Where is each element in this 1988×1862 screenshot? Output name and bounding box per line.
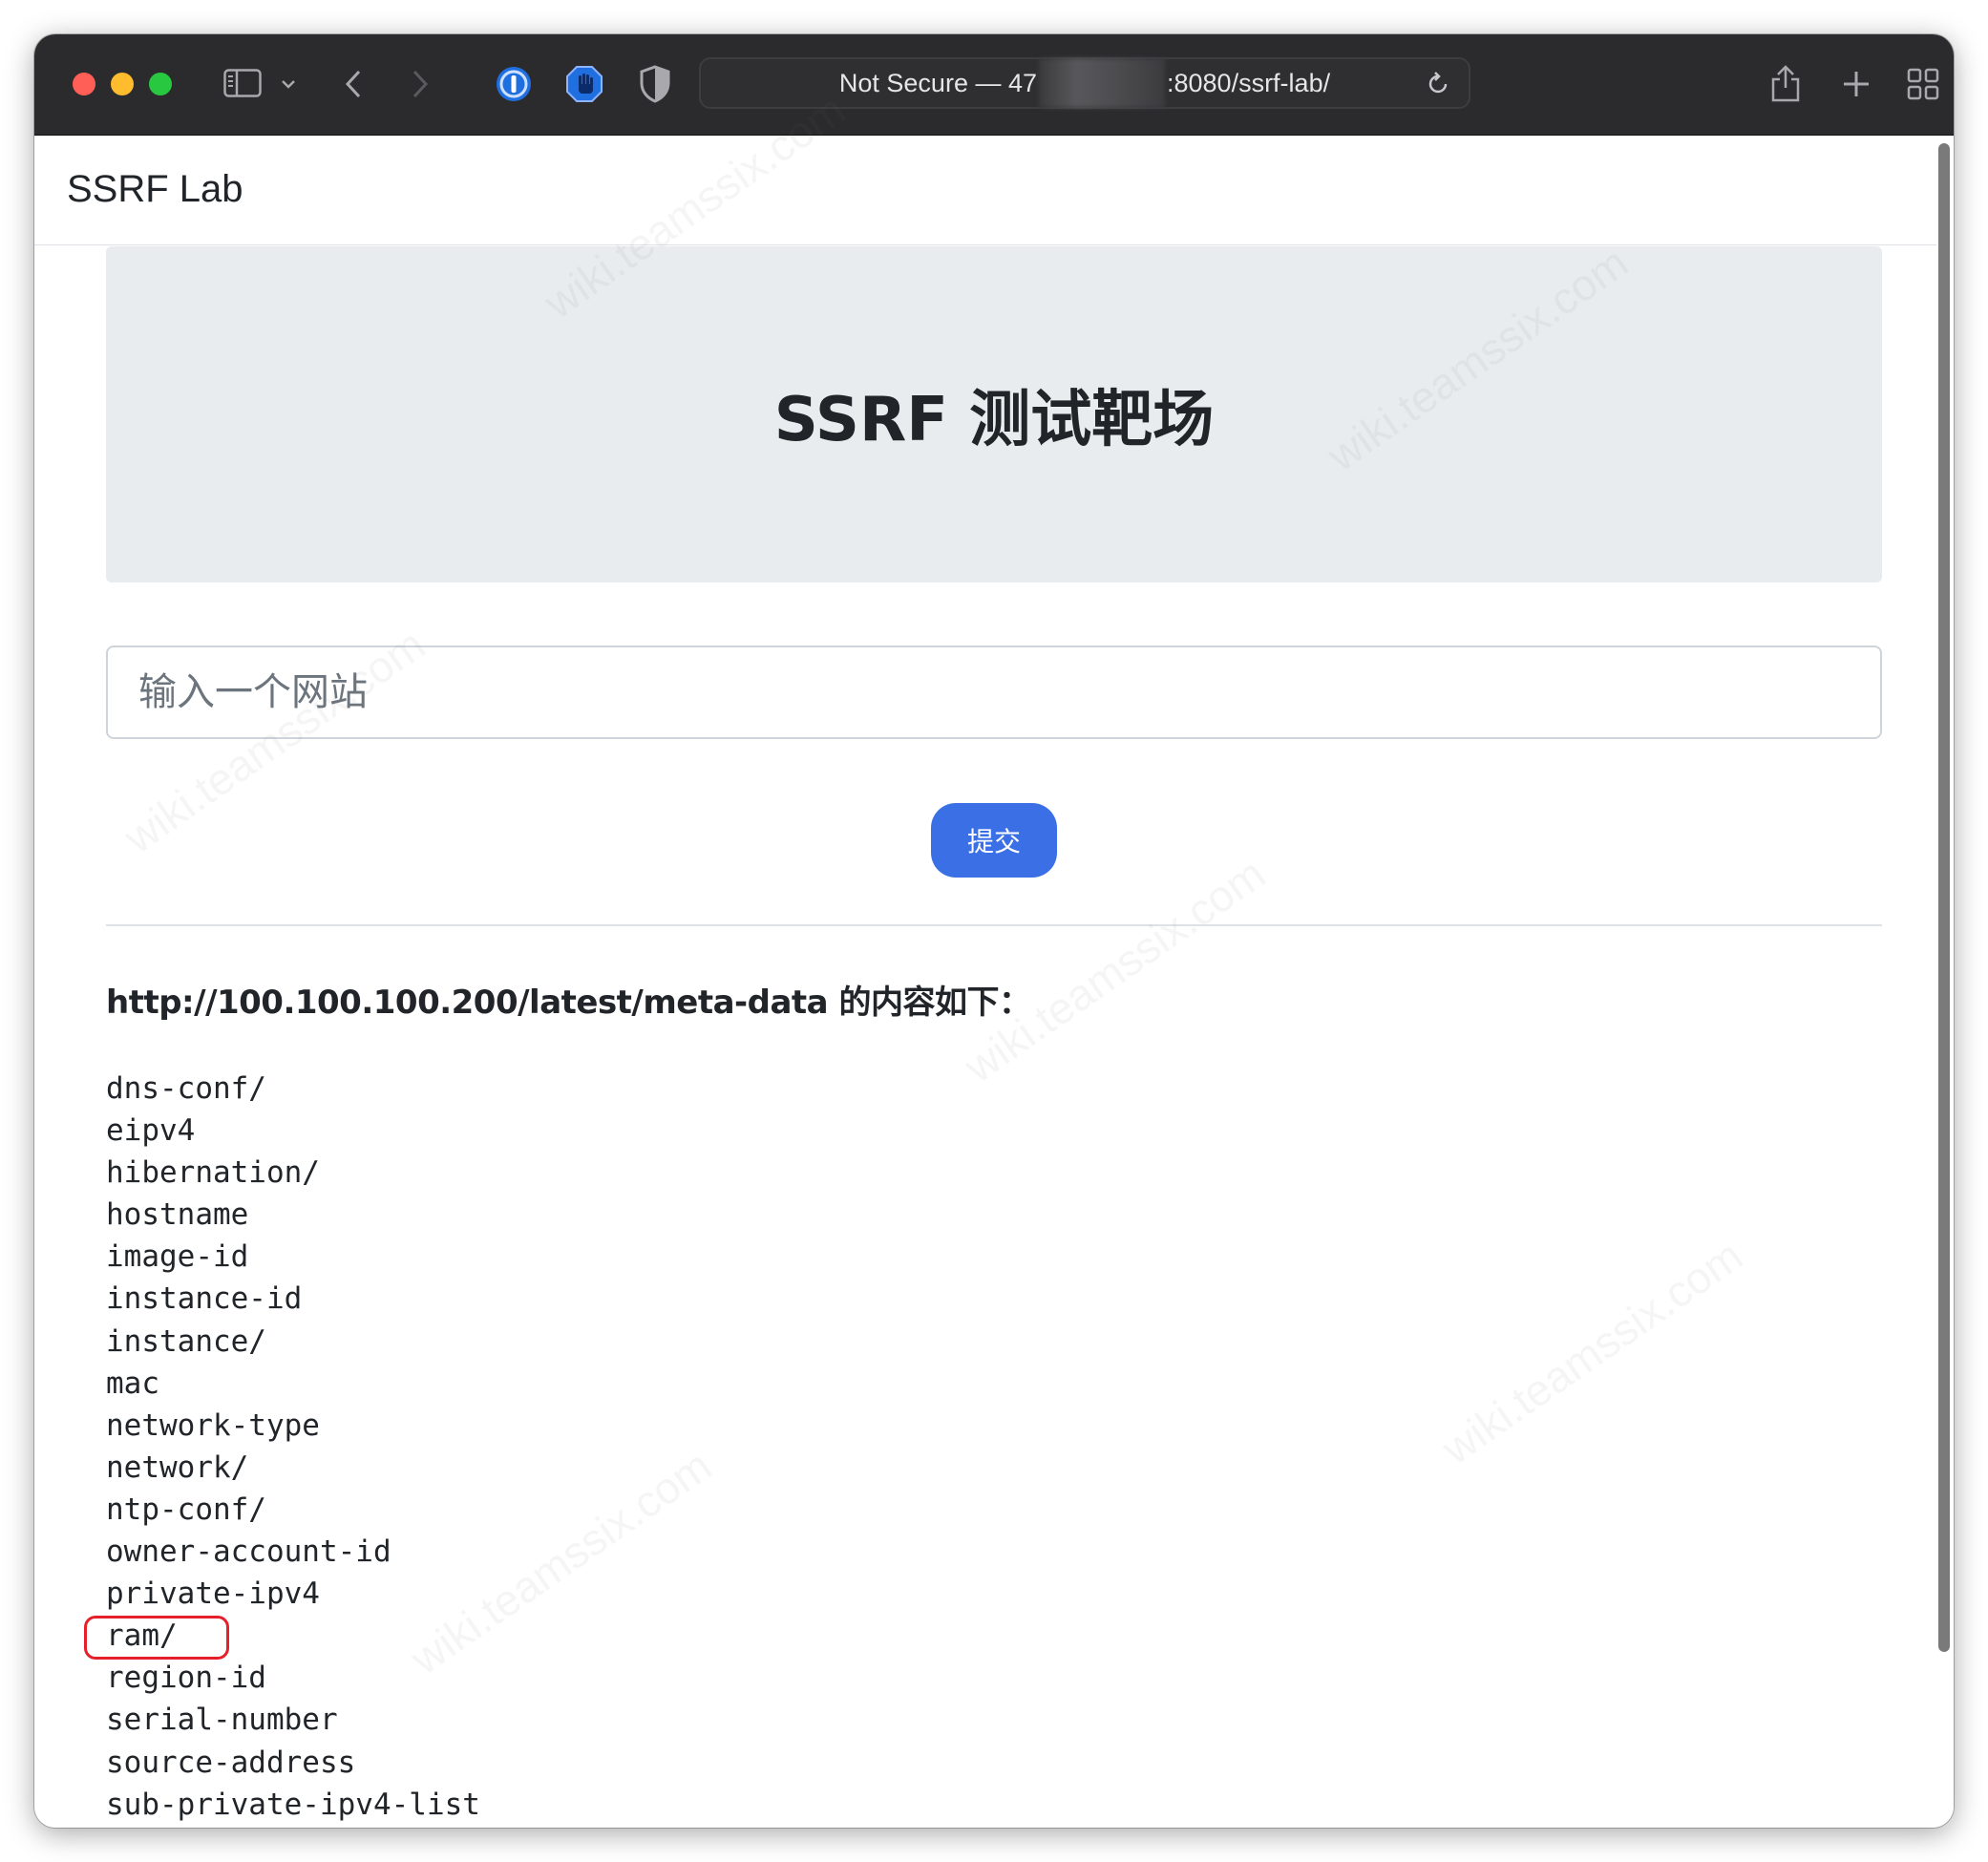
forward-icon[interactable] — [407, 67, 434, 101]
list-item: vpc-cidr-block — [106, 1826, 480, 1828]
password-manager-icon[interactable] — [493, 63, 535, 105]
list-item: private-ipv4 — [106, 1576, 320, 1612]
address-prefix: Not Secure — 47 — [838, 68, 1037, 97]
chevron-down-icon[interactable] — [279, 74, 298, 94]
reload-icon[interactable] — [1425, 71, 1451, 102]
shield-icon[interactable] — [636, 63, 674, 105]
minimize-window-button[interactable] — [111, 73, 134, 95]
list-item: owner-account-id — [106, 1534, 391, 1570]
address-bar[interactable]: Not Secure — 47 :8080/ssrf-lab/ — [699, 57, 1470, 109]
metadata-list: dns-conf/ eipv4 hibernation/ hostname im… — [106, 1068, 480, 1828]
address-text: Not Secure — 47 :8080/ssrf-lab/ — [701, 58, 1469, 108]
tab-overview-icon[interactable] — [1904, 65, 1942, 103]
hero-banner: SSRF 测试靶场 — [106, 246, 1882, 582]
zoom-window-button[interactable] — [149, 73, 172, 95]
page-title: SSRF 测试靶场 — [773, 385, 1215, 455]
list-item: instance/ — [106, 1323, 266, 1359]
list-item: sub-private-ipv4-list — [106, 1787, 480, 1822]
redacted-ip — [1039, 58, 1165, 108]
share-icon[interactable] — [1766, 61, 1805, 105]
scrollbar[interactable] — [1938, 143, 1950, 1652]
list-item: image-id — [106, 1239, 249, 1275]
browser-window: Not Secure — 47 :8080/ssrf-lab/ SSRF Lab … — [34, 34, 1954, 1828]
list-item: serial-number — [106, 1703, 338, 1738]
sidebar-icon[interactable] — [222, 67, 264, 99]
submit-button[interactable]: 提交 — [931, 803, 1057, 878]
list-item: ntp-conf/ — [106, 1492, 266, 1527]
result-title: http://100.100.100.200/latest/meta-data … — [106, 984, 1031, 1022]
list-item: source-address — [106, 1745, 356, 1780]
highlight-box — [84, 1616, 229, 1660]
browser-toolbar: Not Secure — 47 :8080/ssrf-lab/ — [34, 34, 1954, 136]
page-content: SSRF Lab SSRF 测试靶场 提交 http://100.100.100… — [34, 136, 1954, 1828]
list-item: eipv4 — [106, 1113, 196, 1149]
list-item: dns-conf/ — [106, 1071, 266, 1106]
back-icon[interactable] — [340, 67, 367, 101]
address-suffix: :8080/ssrf-lab/ — [1167, 68, 1331, 97]
navbar-brand[interactable]: SSRF Lab — [67, 168, 243, 211]
list-item: hibernation/ — [106, 1155, 320, 1191]
adblock-hand-icon[interactable] — [563, 63, 605, 105]
list-item: network/ — [106, 1449, 249, 1485]
navbar: SSRF Lab — [34, 136, 1936, 245]
new-tab-icon[interactable] — [1837, 65, 1875, 103]
list-item: network-type — [106, 1407, 320, 1443]
list-item: mac — [106, 1365, 159, 1401]
list-item: hostname — [106, 1197, 249, 1233]
close-window-button[interactable] — [73, 73, 95, 95]
list-item: instance-id — [106, 1281, 303, 1317]
divider — [106, 924, 1882, 926]
url-input[interactable] — [106, 645, 1882, 739]
list-item: region-id — [106, 1661, 266, 1696]
